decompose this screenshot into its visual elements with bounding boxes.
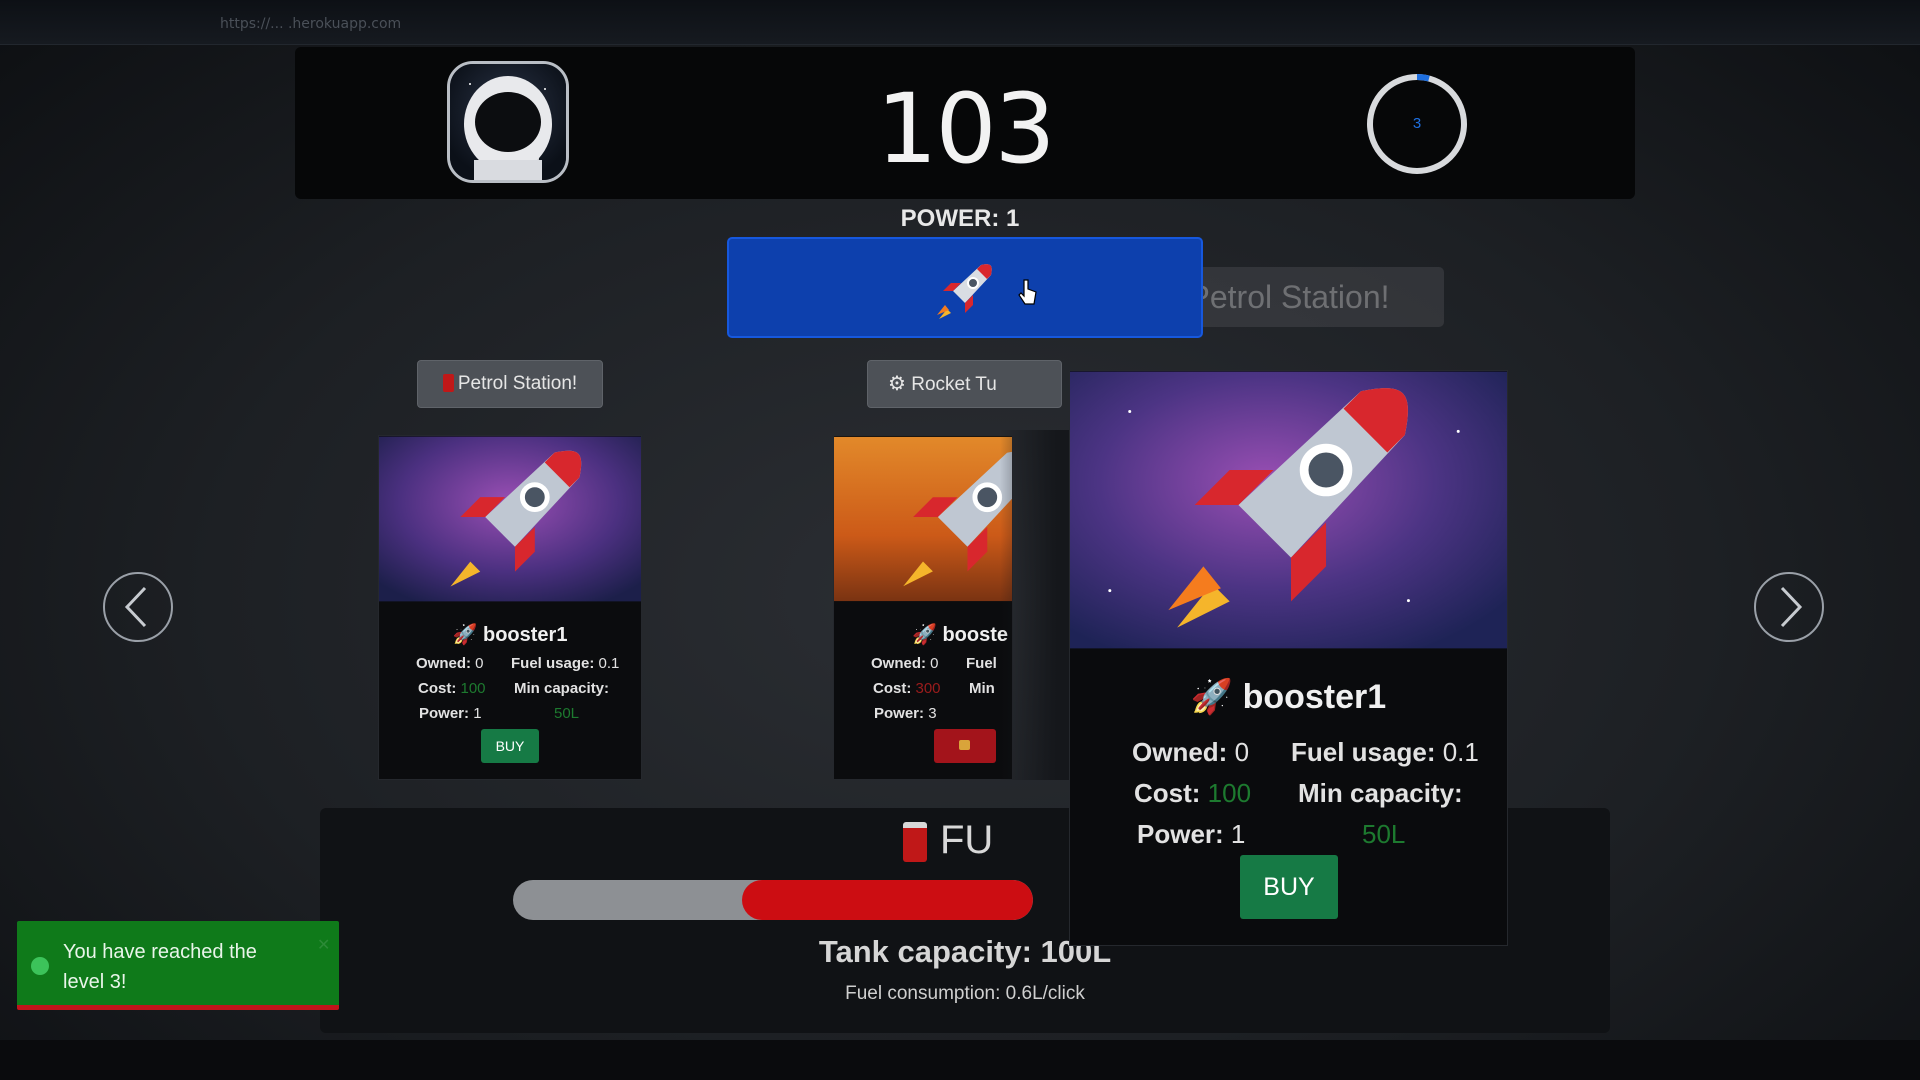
rocket-space-image (379, 436, 641, 602)
owned-value: 0 (930, 655, 939, 672)
owned-value: 0 (475, 655, 484, 672)
fuel-usage-value: 0.1 (1442, 737, 1479, 767)
power-label: Power: (419, 705, 470, 722)
booster-card: 🚀 booster1 Owned: 0 Fuel usage: 0.1 Cost… (378, 435, 642, 780)
fuel-title: FU (940, 818, 994, 862)
lock-icon (959, 740, 970, 750)
card-name: booste (942, 624, 1009, 646)
tab-rocket-tuning[interactable]: ⚙ Rocket Tu (867, 360, 1062, 408)
fuel-pump-icon (442, 374, 454, 392)
fuel-gauge-fill (741, 880, 1033, 920)
fuel-usage-label: Fuel (966, 655, 997, 672)
fuel-usage-label: Fuel usage: (1291, 737, 1436, 767)
owned-label: Owned: (1132, 737, 1228, 767)
level-number: 3 (1412, 115, 1422, 132)
rocket-sunset-image (834, 436, 1012, 602)
rocket-icon (937, 264, 992, 319)
cost-label: Cost: (1134, 778, 1201, 808)
min-capacity-value: 50L (1362, 819, 1406, 849)
min-capacity-label: Min capacity: (1298, 778, 1463, 808)
browser-toolbar: https://... .herokuapp.com (0, 0, 1920, 45)
power-value: 1 (473, 705, 482, 722)
booster-card-zoomed: 🚀 booster1 Owned: 0 Fuel usage: 0.1 Cost… (1069, 370, 1508, 946)
owned-label: Owned: (416, 655, 471, 672)
power-label: POWER: 1 (900, 205, 1020, 232)
cost-value: 100 (1207, 778, 1252, 808)
cost-value: 300 (915, 680, 941, 697)
top-status-panel: 103 3 (295, 47, 1635, 199)
carousel-next-button[interactable] (1754, 572, 1824, 642)
booster-card: 🚀 booste Owned: 0 Fuel Cost: 300 Min Pow… (833, 435, 1013, 780)
fuel-usage-label: Fuel usage: (511, 655, 595, 672)
gear-icon: ⚙ (888, 373, 906, 395)
chevron-right-icon (1780, 586, 1803, 628)
fuel-usage-value: 0.1 (598, 655, 620, 672)
card-fade-overlay (1000, 430, 1070, 780)
chevron-left-icon (124, 586, 147, 628)
cost-value: 100 (460, 680, 486, 697)
cost-label: Cost: (418, 680, 457, 697)
locked-button[interactable] (934, 729, 996, 763)
launch-rocket-button[interactable] (727, 237, 1203, 338)
carousel-prev-button[interactable] (103, 572, 173, 642)
fuel-consumption: Fuel consumption: 0.6L/click (845, 983, 1085, 1004)
check-circle-icon (31, 957, 49, 975)
tab-rocket-tuning-label: Rocket Tu (911, 374, 997, 395)
buy-button[interactable]: BUY (481, 729, 539, 763)
rocket-icon: 🚀 (1190, 678, 1234, 716)
rocket-space-image (1070, 371, 1507, 649)
close-icon[interactable]: ✕ (317, 935, 330, 955)
card-name: booster1 (1242, 678, 1387, 716)
buy-button[interactable]: BUY (1240, 855, 1338, 919)
level-up-toast: You have reached the level 3! ✕ (17, 921, 339, 1010)
fuel-gauge (513, 880, 1033, 920)
owned-value: 0 (1234, 737, 1250, 767)
owned-label: Owned: (871, 655, 926, 672)
min-capacity-value: 50L (554, 705, 580, 722)
tab-petrol-station-label: Petrol Station! (457, 373, 578, 394)
power-value: 1 (1230, 819, 1246, 849)
min-capacity-label: Min (969, 680, 995, 697)
min-capacity-label: Min capacity: (514, 680, 610, 697)
level-progress-ring: 3 (1365, 72, 1469, 176)
power-label: Power: (874, 705, 925, 722)
rocket-icon: 🚀 (912, 624, 937, 646)
toast-message: You have reached the level 3! (63, 941, 257, 993)
fuel-pump-icon (903, 822, 927, 862)
bottom-bar (0, 1040, 1920, 1080)
power-label: Power: (1137, 819, 1224, 849)
pointer-cursor-icon (1018, 279, 1037, 305)
cost-label: Cost: (873, 680, 912, 697)
power-value: 3 (928, 705, 937, 722)
rocket-icon: 🚀 (452, 624, 478, 646)
tab-petrol-station[interactable]: Petrol Station! (417, 360, 603, 408)
browser-url[interactable]: https://... .herokuapp.com (220, 16, 401, 32)
card-name: booster1 (483, 624, 568, 646)
